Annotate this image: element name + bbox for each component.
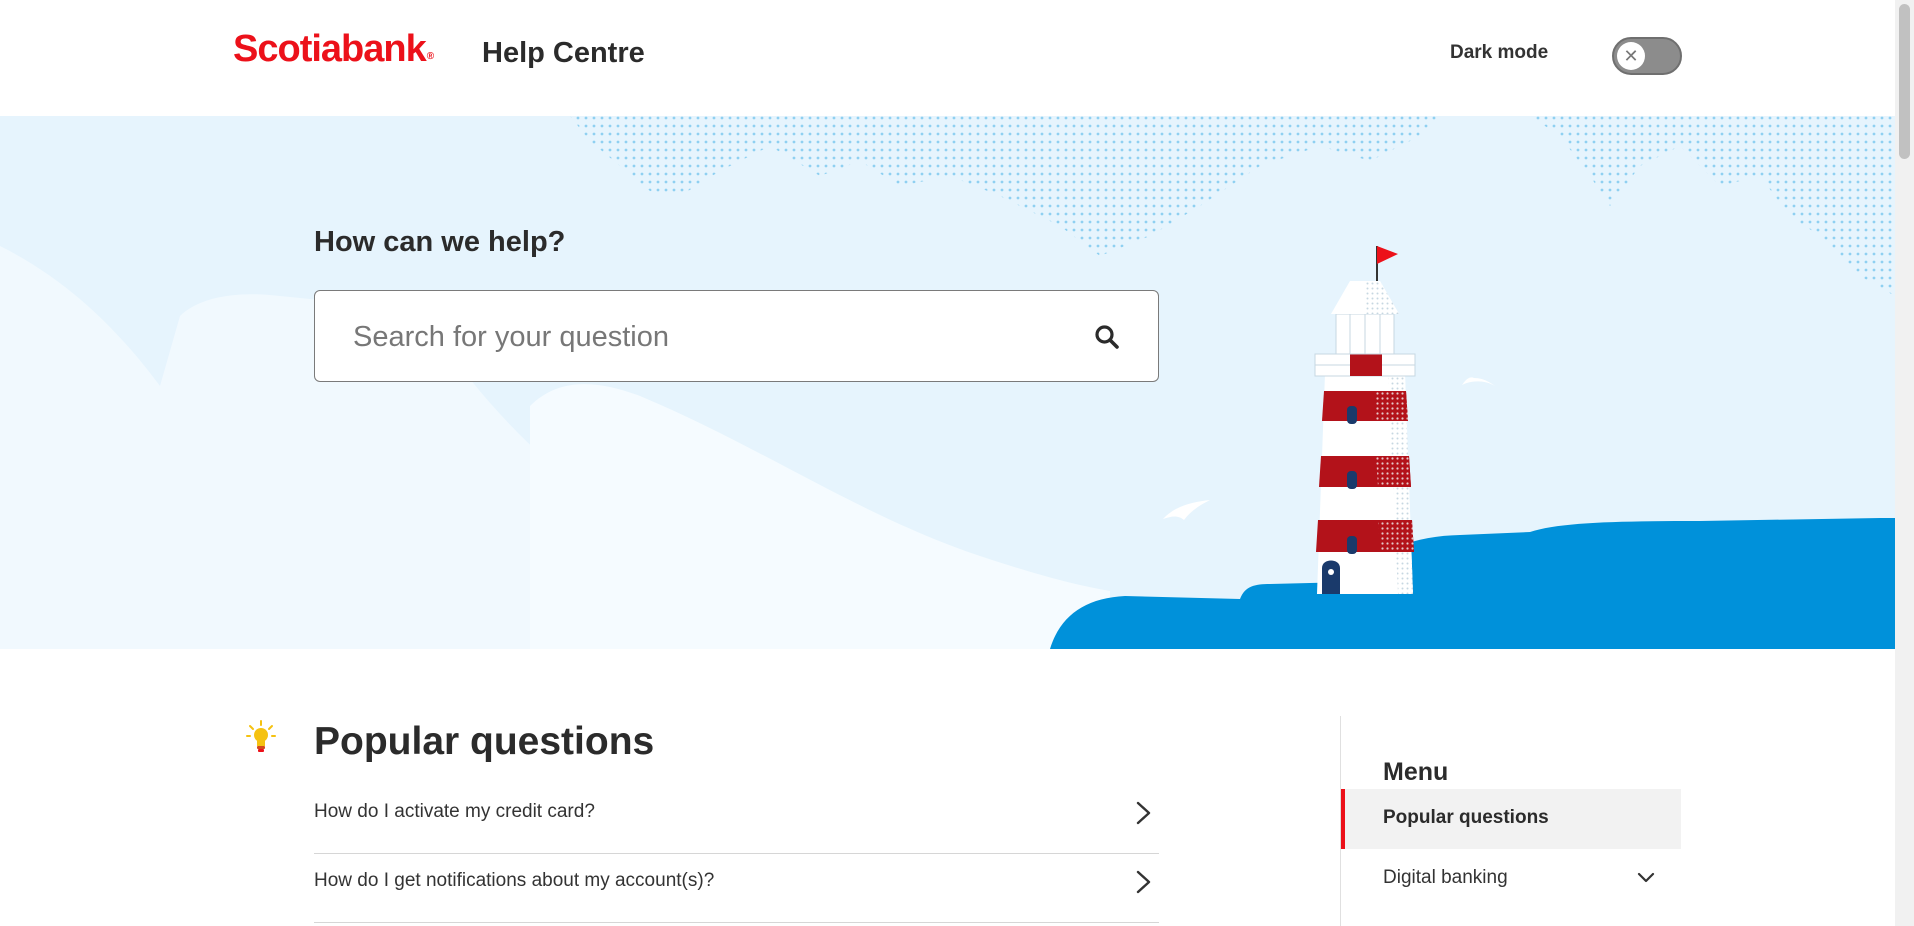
question-item[interactable]: How do I get notifications about my acco… [314,854,1159,923]
search-input[interactable] [353,313,1053,361]
toggle-knob: ✕ [1617,42,1645,70]
hero-heading: How can we help? [314,226,566,258]
popular-questions-title: Popular questions [314,720,655,763]
search-icon [1095,325,1119,349]
search-box [314,290,1159,382]
site-header: Scotiabank® Help Centre Dark mode ✕ [0,0,1895,116]
side-menu: Menu Popular questions Digital banking [1340,716,1681,926]
scotiabank-logo[interactable]: Scotiabank® [233,28,434,71]
menu-item-digital-banking[interactable]: Digital banking [1341,849,1681,909]
dark-mode-label: Dark mode [1450,42,1549,63]
question-text: How do I activate my credit card? [314,801,595,822]
menu-item-label: Popular questions [1383,807,1549,828]
page: Scotiabank® Help Centre Dark mode ✕ How … [0,0,1914,926]
chevron-right-icon [1136,801,1151,825]
logo-registered-mark: ® [426,51,434,62]
menu-item-popular-questions[interactable]: Popular questions [1341,789,1681,849]
dotted-mountains-left [570,116,1440,256]
lighthouse-lantern [1314,246,1416,377]
close-icon: ✕ [1623,46,1639,66]
ocean-rocks [1050,518,1895,649]
lighthouse-illustration [0,116,1895,649]
bird-right [1462,377,1495,386]
pale-hill-front [530,384,1110,649]
page-scrollbar[interactable] [1895,0,1914,926]
dotted-mountains-right [1530,116,1895,296]
question-item[interactable]: How do I activate my credit card? [314,785,1159,854]
scrollbar-thumb[interactable] [1899,4,1910,159]
search-button[interactable] [1085,315,1129,359]
lightbulb-icon [246,720,276,752]
dark-mode-toggle[interactable]: ✕ [1612,37,1682,75]
help-centre-title[interactable]: Help Centre [482,37,645,70]
popular-questions-list: How do I activate my credit card? How do… [314,785,1159,923]
logo-text: Scotiabank [233,28,427,70]
menu-title: Menu [1383,758,1449,786]
menu-item-label: Digital banking [1383,867,1508,888]
question-text: How do I get notifications about my acco… [314,870,715,891]
lighthouse-tower [1316,374,1414,594]
bird-left [1163,500,1210,520]
chevron-right-icon [1136,870,1151,894]
chevron-down-icon [1637,872,1655,883]
hero-banner: How can we help? [0,116,1895,649]
